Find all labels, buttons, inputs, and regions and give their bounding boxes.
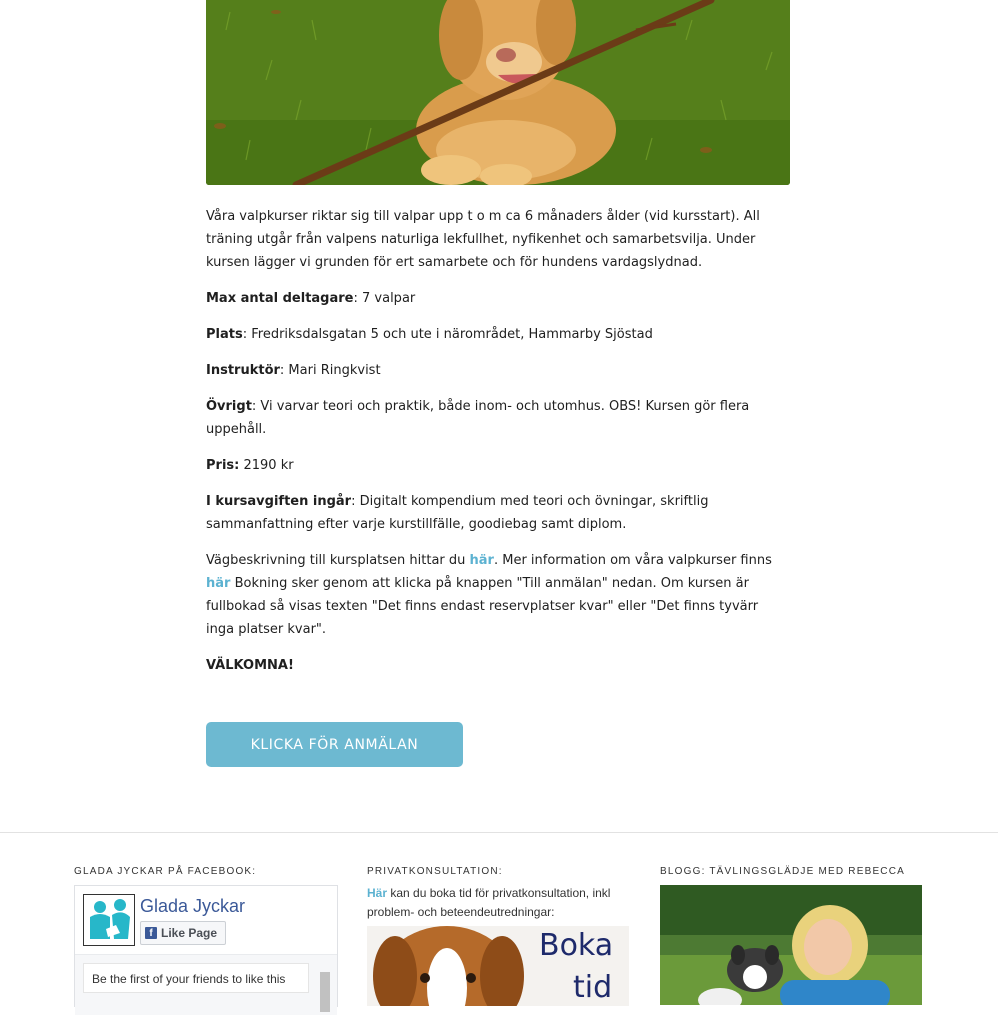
facebook-heading: GLADA JYCKAR PÅ FACEBOOK:: [74, 866, 257, 877]
facebook-friends-text: Be the first of your friends to like thi…: [83, 963, 309, 993]
max-participants: Max antal deltagare: 7 valpar: [206, 287, 790, 310]
price: Pris: 2190 kr: [206, 454, 790, 477]
directions-text-2: . Mer information om våra valpkurser fin…: [493, 553, 772, 568]
blog-heading: BLOGG: TÄVLINGSGLÄDJE MED REBECCA: [660, 866, 906, 877]
directions-text-1: Vägbeskrivning till kursplatsen hittar d…: [206, 553, 470, 568]
directions-paragraph: Vägbeskrivning till kursplatsen hittar d…: [206, 549, 790, 641]
glada-jyckar-logo[interactable]: [83, 894, 135, 946]
max-participants-label: Max antal deltagare: [206, 291, 354, 306]
facebook-page-name[interactable]: Glada Jyckar: [140, 896, 245, 917]
welcome-text: VÄLKOMNA!: [206, 654, 790, 677]
facebook-widget: Glada Jyckar f Like Page Be the first of…: [74, 885, 338, 1015]
private-consultation-text: Här kan du boka tid för privatkonsultati…: [367, 884, 637, 922]
blog-photo[interactable]: [660, 885, 922, 1005]
welcome-label: VÄLKOMNA!: [206, 658, 294, 673]
more-info-link[interactable]: här: [206, 576, 230, 591]
instructor-value: : Mari Ringkvist: [279, 363, 381, 378]
other-info-label: Övrigt: [206, 399, 252, 414]
footer-divider: [0, 832, 998, 833]
max-participants-value: : 7 valpar: [353, 291, 416, 306]
course-fee-includes: I kursavgiften ingår: Digitalt kompendiu…: [206, 490, 790, 536]
like-page-label: Like Page: [161, 926, 218, 940]
like-page-button[interactable]: f Like Page: [140, 921, 227, 945]
private-consultation-description: kan du boka tid för privatkonsultation, …: [367, 886, 611, 919]
intro-paragraph: Våra valpkurser riktar sig till valpar u…: [206, 209, 760, 270]
directions-link[interactable]: här: [470, 553, 494, 568]
book-time-banner[interactable]: Boka tid: [367, 926, 629, 1006]
directions-text-3: Bokning sker genom att klicka på knappen…: [206, 576, 759, 637]
book-time-word-2: tid: [573, 970, 613, 1005]
location-value: : Fredriksdalsgatan 5 och ute i närområd…: [242, 327, 653, 342]
location: Plats: Fredriksdalsgatan 5 och ute i när…: [206, 323, 790, 346]
course-fee-label: I kursavgiften ingår: [206, 494, 352, 509]
facebook-icon: f: [145, 927, 157, 939]
price-label: Pris:: [206, 458, 240, 473]
instructor-label: Instruktör: [206, 363, 280, 378]
hero-puppy-image: [206, 0, 790, 185]
facebook-scrollbar[interactable]: [320, 972, 330, 1012]
price-value: 2190 kr: [239, 458, 294, 473]
instructor: Instruktör: Mari Ringkvist: [206, 359, 790, 382]
private-consultation-heading: PRIVATKONSULTATION:: [367, 866, 503, 877]
register-button[interactable]: KLICKA FÖR ANMÄLAN: [206, 722, 463, 767]
location-label: Plats: [206, 327, 243, 342]
other-info: Övrigt: Vi varvar teori och praktik, båd…: [206, 395, 790, 441]
private-consultation-link[interactable]: Här: [367, 886, 387, 900]
book-time-word-1: Boka: [539, 928, 614, 963]
course-description: Våra valpkurser riktar sig till valpar u…: [206, 205, 790, 690]
other-info-value: : Vi varvar teori och praktik, både inom…: [206, 399, 750, 437]
